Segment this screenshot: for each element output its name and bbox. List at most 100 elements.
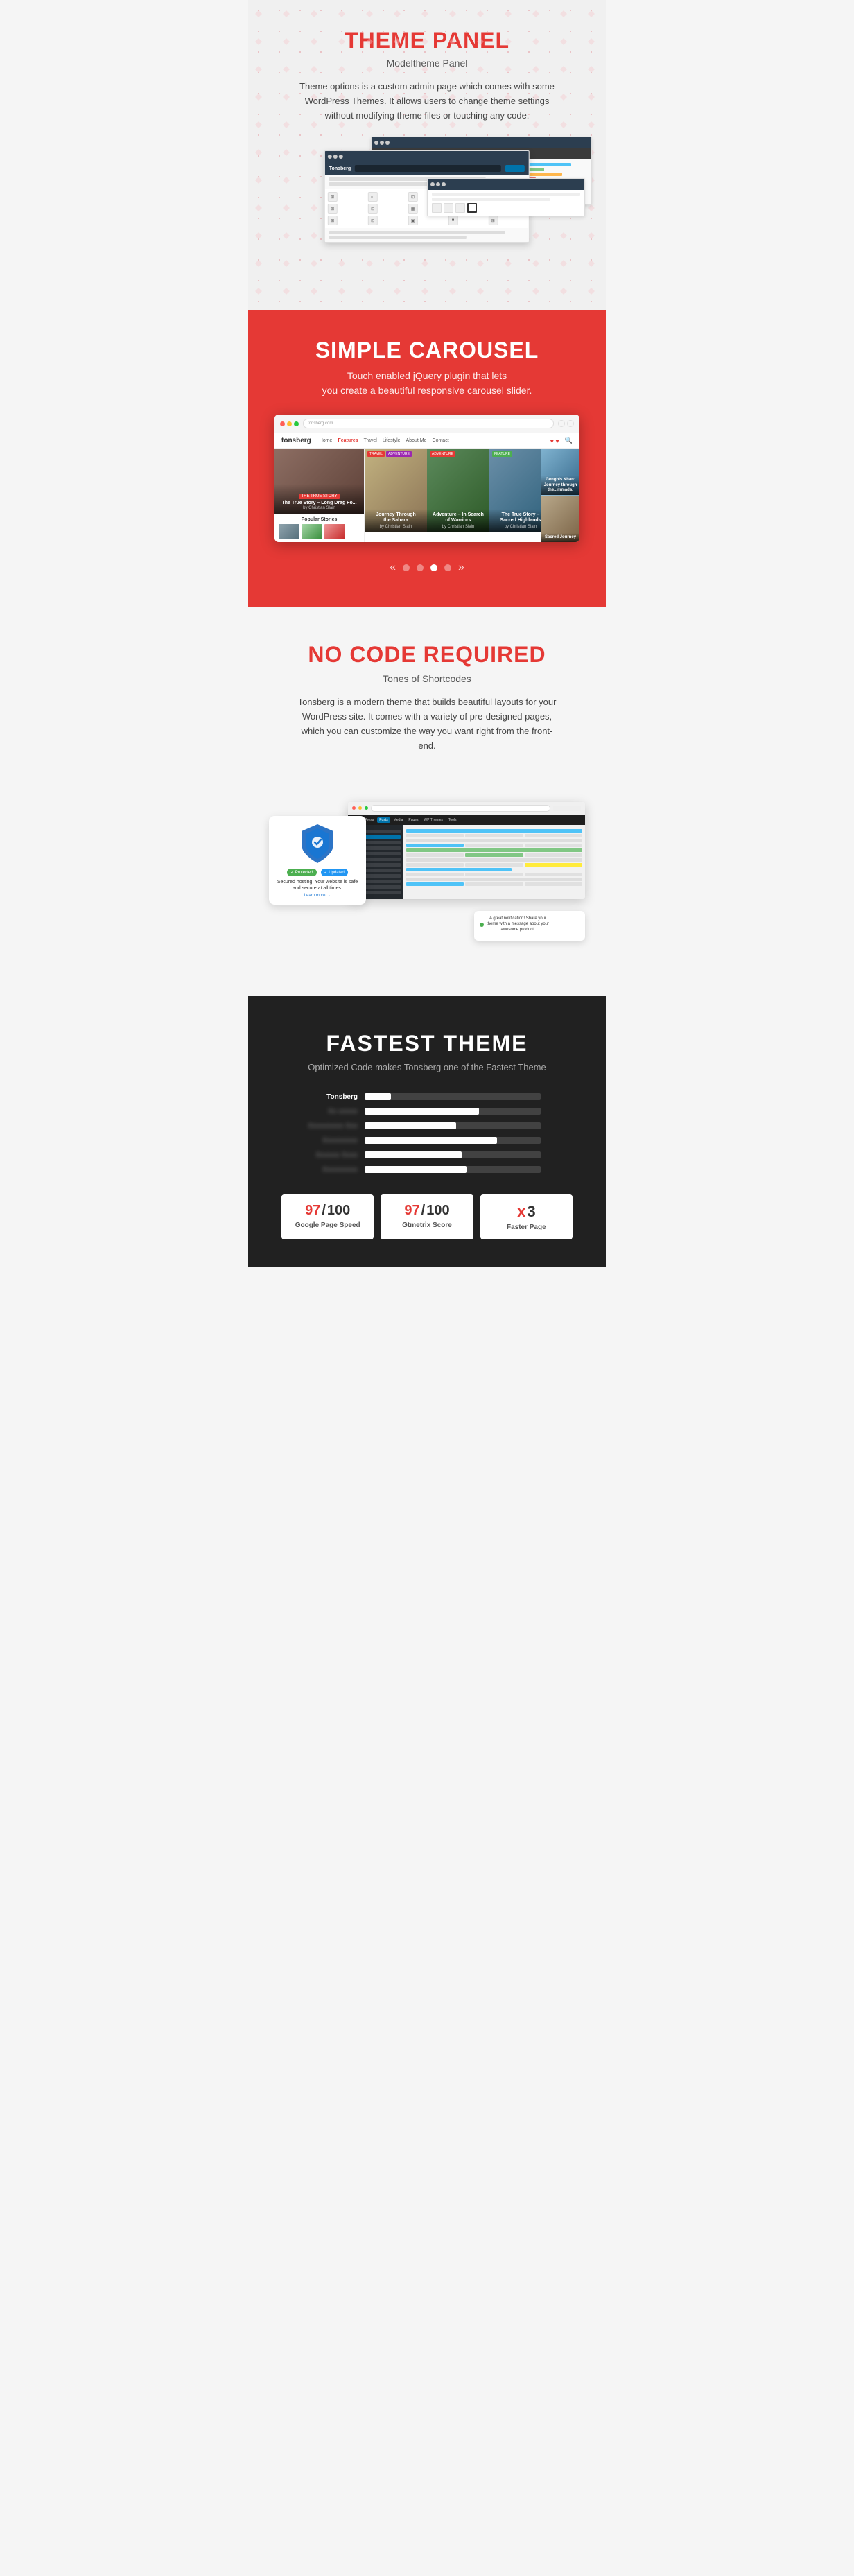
score-card-gtmetrix: 97 / 100 Gtmetrix Score [381,1194,473,1239]
faster-score: x 3 [491,1203,561,1221]
featured-author: by Christian Slain [279,506,360,510]
slide-label-travel: TRAVEL [367,451,385,457]
icon-cell: ⊡ [368,216,378,225]
side-overlay-1: Genghis Khan: Journey through the...mmad… [541,476,580,495]
carousel-left-panel: THE TRUE STORY The True Story – Long Dra… [274,449,365,542]
speed-label-2: Xx xxxxx [295,1108,358,1115]
carousel-dot-2[interactable] [417,564,424,571]
slide-overlay-1: Journey Throughthe Sahara by Christian S… [365,509,427,532]
carousel-dot-1[interactable] [403,564,410,571]
admin-nav-pages: Pages [406,817,420,823]
icon-cell: ⊡ [368,204,378,214]
tonsberg-nav: tonsberg Home Features Travel Lifestyle … [274,433,580,449]
icon-cell: ⊡ [408,192,418,202]
admin-cell-highlight [406,844,464,847]
theme-panel-description: Theme options is a custom admin page whi… [295,80,559,123]
admin-cell [406,853,464,857]
notification-row-1: A great notification! Share yourtheme wi… [480,916,580,932]
featured-label: THE TRUE STORY [299,494,339,499]
browser-maximize-dot [294,421,299,426]
speed-label-6: Xxxxxxxxx [295,1166,358,1174]
side-article-1: Genghis Khan: Journey through the...mmad… [541,449,580,496]
speed-bar-4 [365,1137,497,1144]
admin-cell [465,882,523,886]
shield-badge-1: ✓ Protected [287,869,316,876]
carousel-browser-mockup: tonsberg.com tonsberg Home Features Trav… [274,415,580,542]
pagespeed-score: 97 / 100 [293,1203,363,1219]
nav-item-features: Features [338,438,358,443]
admin-cell [465,834,523,837]
pagespeed-number: 97 [305,1203,320,1219]
score-card-pagespeed: 97 / 100 Google Page Speed [281,1194,374,1239]
admin-content-row [406,848,582,852]
score-card-faster: x 3 Faster Page [480,1194,573,1239]
slide-overlay-3: The True Story –Sacred Highlands by Chri… [489,509,541,532]
admin-browser-maximize [365,806,368,810]
featured-overlay: THE TRUE STORY The True Story – Long Dra… [274,484,364,514]
speed-row-3: Xxxxxxxxx Xxx [295,1122,559,1130]
speed-bar-container-6 [365,1166,541,1173]
admin-browser-bar [348,802,585,815]
carousel-prev-arrow[interactable]: « [390,562,396,574]
admin-table-row [406,882,582,886]
carousel-right-panel: Genghis Khan: Journey through the...mmad… [541,449,580,542]
carousel-next-arrow[interactable]: » [458,562,464,574]
tonsberg-logo: tonsberg [281,437,311,444]
popular-title: Popular Stories [279,517,360,522]
gtmetrix-label: Gtmetrix Score [392,1221,462,1229]
slide-image-3: FEATURE The True Story –Sacred Highlands… [489,449,541,532]
speed-bar-container-5 [365,1151,541,1158]
speed-label-3: Xxxxxxxxx Xxx [295,1122,358,1130]
nocode-title: NO CODE REQUIRED [269,642,585,668]
admin-table-row [406,853,582,857]
popular-items [279,524,360,539]
browser-minimize-dot [287,421,292,426]
speed-label-4: Xxxxxxxxx [295,1137,358,1145]
mid-screenshot-logo: Tonsberg [329,166,351,171]
search-icon: 🔍 [565,437,573,444]
admin-content-row [406,839,582,842]
gtmetrix-divider: / [421,1203,426,1219]
admin-main-content [403,825,585,899]
carousel-navigation: « » [269,556,585,580]
admin-cell-highlight [525,863,582,867]
nav-item-contact: Contact [433,438,449,443]
faster-multiplier-x: x [517,1203,525,1221]
admin-cell-highlight [465,853,523,857]
admin-cell [525,844,582,847]
admin-browser-close [352,806,356,810]
speed-row-5: Xxxxxx Xxxx [295,1151,559,1159]
faster-multiplier-num: 3 [527,1203,535,1221]
speed-label-tonsberg: Tonsberg [295,1093,358,1101]
carousel-dot-4[interactable] [444,564,451,571]
slide-label-adventure: ADVENTURE [430,451,455,457]
admin-cell [406,863,464,867]
icon-cell: ⊞ [328,192,338,202]
admin-cell [465,863,523,867]
nav-item-travel: Travel [364,438,377,443]
browser-action-icons [558,420,574,427]
browser-control-dots [280,421,299,426]
browser-close-dot [280,421,285,426]
carousel-description: Touch enabled jQuery plugin that lets yo… [269,369,585,398]
nocode-section: NO CODE REQUIRED Tones of Shortcodes Ton… [248,607,606,995]
speed-row-2: Xx xxxxx [295,1108,559,1115]
speed-bar-container-4 [365,1137,541,1144]
admin-table-row [406,834,582,837]
speed-comparison: Tonsberg Xx xxxxx Xxxxxxxxx Xxx Xxxxxxxx… [295,1093,559,1174]
admin-browser: ⊕ WordPress Posts Media Pages WP Themes … [348,802,585,899]
icon-cell: ⊞ [488,216,498,225]
speed-bar-container-2 [365,1108,541,1115]
carousel-slide-2: ADVENTURE Adventure – In Searchof Warrio… [427,449,489,542]
icon-cell: ■ [448,216,458,225]
icon-cell: ▣ [408,216,418,225]
speed-row-tonsberg: Tonsberg [295,1093,559,1101]
shield-link[interactable]: Learn more → [304,894,331,898]
admin-cell [525,873,582,876]
slide-labels-2: ADVENTURE [430,451,455,457]
slide-author-3: by Christian Slain [492,525,541,529]
shield-icon-area: ✓ Protected ✓ Updated Secured hosting. Y… [276,823,359,898]
shield-card: ✓ Protected ✓ Updated Secured hosting. Y… [269,816,366,905]
shield-badge-row: ✓ Protected ✓ Updated [287,869,348,876]
carousel-dot-3[interactable] [430,564,437,571]
